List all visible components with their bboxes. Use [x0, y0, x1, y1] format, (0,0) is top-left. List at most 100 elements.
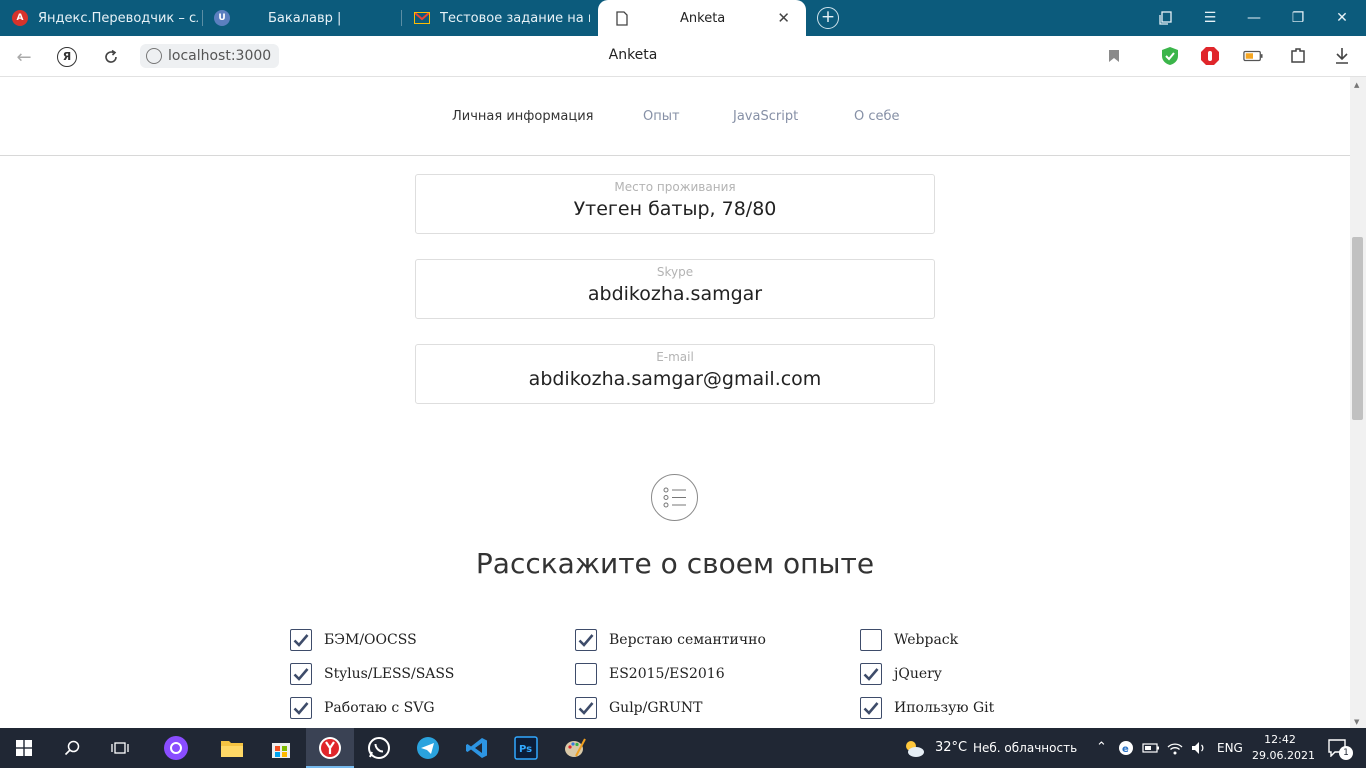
- adblock-icon[interactable]: [1200, 46, 1220, 66]
- scroll-up-icon[interactable]: ▲: [1354, 81, 1359, 89]
- scroll-down-icon[interactable]: ▼: [1354, 718, 1359, 726]
- skill-checkbox[interactable]: jQuery: [860, 663, 942, 685]
- nav-javascript[interactable]: JavaScript: [733, 109, 798, 124]
- file-explorer-icon[interactable]: [208, 728, 256, 768]
- skill-label: ES2015/ES2016: [609, 666, 725, 682]
- skill-checkbox[interactable]: Ипользую Git: [860, 697, 994, 719]
- clock[interactable]: 12:42 29.06.2021: [1252, 732, 1315, 764]
- weather-icon[interactable]: [890, 728, 938, 768]
- close-tab-icon[interactable]: ✕: [777, 9, 790, 27]
- field-label: Место проживания: [614, 180, 736, 194]
- skill-label: Webpack: [894, 632, 959, 648]
- skill-label: БЭМ/OOCSS: [324, 632, 417, 648]
- restore-icon[interactable]: ❐: [1276, 0, 1320, 36]
- list-icon: [651, 474, 698, 521]
- document-icon: [614, 10, 630, 26]
- residence-field[interactable]: Место проживания Утеген батыр, 78/80: [415, 174, 935, 234]
- svg-text:e: e: [1122, 744, 1129, 755]
- u-logo-icon: U: [214, 10, 230, 26]
- form-section-nav: Личная информация Опыт JavaScript О себе: [0, 77, 1350, 156]
- search-icon[interactable]: [48, 728, 96, 768]
- skill-label: Работаю с SVG: [324, 700, 435, 716]
- skype-field[interactable]: Skype abdikozha.samgar: [415, 259, 935, 319]
- checkbox-box[interactable]: [575, 629, 597, 651]
- download-icon[interactable]: [1332, 46, 1352, 66]
- checkbox-box[interactable]: [290, 663, 312, 685]
- tab-yandex-translate[interactable]: A Яндекс.Переводчик – сло: [12, 0, 198, 36]
- tab-separator: [202, 10, 203, 26]
- address-bar: ← Я localhost:3000 Anketa: [0, 36, 1366, 77]
- checkbox-box[interactable]: [860, 697, 882, 719]
- tab-label: Бакалавр |: [268, 10, 342, 26]
- notifications-icon[interactable]: 1: [1318, 728, 1358, 768]
- protect-shield-icon[interactable]: [1160, 46, 1180, 66]
- menu-icon[interactable]: ☰: [1188, 0, 1232, 36]
- skill-checkbox[interactable]: Webpack: [860, 629, 958, 651]
- windows-start-icon[interactable]: [0, 728, 48, 768]
- svg-text:Ps: Ps: [519, 744, 532, 755]
- translate-icon: A: [12, 10, 28, 26]
- extensions-icon[interactable]: [1288, 46, 1308, 66]
- photoshop-icon[interactable]: Ps: [502, 728, 550, 768]
- minimize-icon[interactable]: —: [1232, 0, 1276, 36]
- checkbox-box[interactable]: [290, 697, 312, 719]
- checkbox-box[interactable]: [860, 629, 882, 651]
- field-label: E-mail: [656, 350, 694, 364]
- checkbox-box[interactable]: [575, 663, 597, 685]
- notification-badge: 1: [1339, 746, 1353, 760]
- weather-temp[interactable]: 32°C: [935, 728, 967, 768]
- skill-label: jQuery: [894, 666, 942, 682]
- yandex-browser-taskbar-icon[interactable]: [306, 728, 354, 768]
- skill-checkbox[interactable]: Верстаю семантично: [575, 629, 766, 651]
- close-window-icon[interactable]: ✕: [1320, 0, 1364, 36]
- browser-tray-icon[interactable]: e: [1114, 728, 1138, 768]
- page-title: Anketa: [608, 47, 658, 63]
- checkbox-box[interactable]: [575, 697, 597, 719]
- email-field[interactable]: E-mail abdikozha.samgar@gmail.com: [415, 344, 935, 404]
- tab-separator: [401, 10, 402, 26]
- windows-taskbar: Ps 32°C Неб. облачность ⌃ e ENG 12:42 29…: [0, 728, 1366, 768]
- whatsapp-icon[interactable]: [355, 728, 403, 768]
- gmail-icon: [414, 10, 430, 26]
- telegram-icon[interactable]: [404, 728, 452, 768]
- weather-text[interactable]: Неб. облачность: [973, 728, 1077, 768]
- microsoft-store-icon[interactable]: [257, 728, 305, 768]
- skill-checkbox[interactable]: БЭМ/OOCSS: [290, 629, 417, 651]
- tab-anketa[interactable]: Anketa ✕: [598, 0, 806, 36]
- checkbox-box[interactable]: [290, 629, 312, 651]
- tab-gmail[interactable]: Тестовое задание на вак: [414, 0, 590, 36]
- field-value: abdikozha.samgar@gmail.com: [528, 368, 822, 390]
- scrollbar-thumb[interactable]: [1352, 237, 1363, 420]
- tab-label: Тестовое задание на вак: [440, 10, 590, 26]
- vscode-icon[interactable]: [453, 728, 501, 768]
- show-hidden-icons-icon[interactable]: ⌃: [1096, 728, 1107, 768]
- browser-tab-strip: A Яндекс.Переводчик – сло U Бакалавр | Т…: [0, 0, 1366, 36]
- page-scrollbar[interactable]: ▲ ▼: [1350, 77, 1366, 728]
- skill-checkbox[interactable]: Stylus/LESS/SASS: [290, 663, 454, 685]
- new-tab-button[interactable]: +: [817, 7, 839, 29]
- language-indicator[interactable]: ENG: [1217, 728, 1243, 768]
- skill-checkbox[interactable]: ES2015/ES2016: [575, 663, 725, 685]
- battery-icon[interactable]: [1139, 728, 1163, 768]
- battery-saver-icon[interactable]: [1243, 46, 1263, 66]
- nav-about-me[interactable]: О себе: [854, 109, 900, 124]
- skill-checkbox[interactable]: Работаю с SVG: [290, 697, 435, 719]
- skill-checkbox[interactable]: Gulp/GRUNT: [575, 697, 702, 719]
- page-content: Личная информация Опыт JavaScript О себе…: [0, 77, 1350, 728]
- tab-bakalavr[interactable]: U Бакалавр |: [214, 0, 394, 36]
- wifi-icon[interactable]: [1163, 728, 1187, 768]
- paint-icon[interactable]: [551, 728, 599, 768]
- task-view-icon[interactable]: [96, 728, 144, 768]
- nav-experience[interactable]: Опыт: [643, 109, 680, 124]
- skill-label: Gulp/GRUNT: [609, 700, 703, 716]
- nav-personal-info[interactable]: Личная информация: [452, 109, 593, 124]
- bookmarks-panel-icon[interactable]: [1144, 0, 1188, 36]
- checkbox-box[interactable]: [860, 663, 882, 685]
- skill-label: Верстаю семантично: [609, 632, 766, 648]
- tab-label: Anketa: [680, 10, 726, 26]
- volume-icon[interactable]: [1187, 728, 1211, 768]
- time-text: 12:42: [1264, 733, 1296, 746]
- field-label: Skype: [656, 265, 694, 279]
- bookmark-icon[interactable]: [1104, 46, 1124, 66]
- alice-assistant-icon[interactable]: [152, 728, 200, 768]
